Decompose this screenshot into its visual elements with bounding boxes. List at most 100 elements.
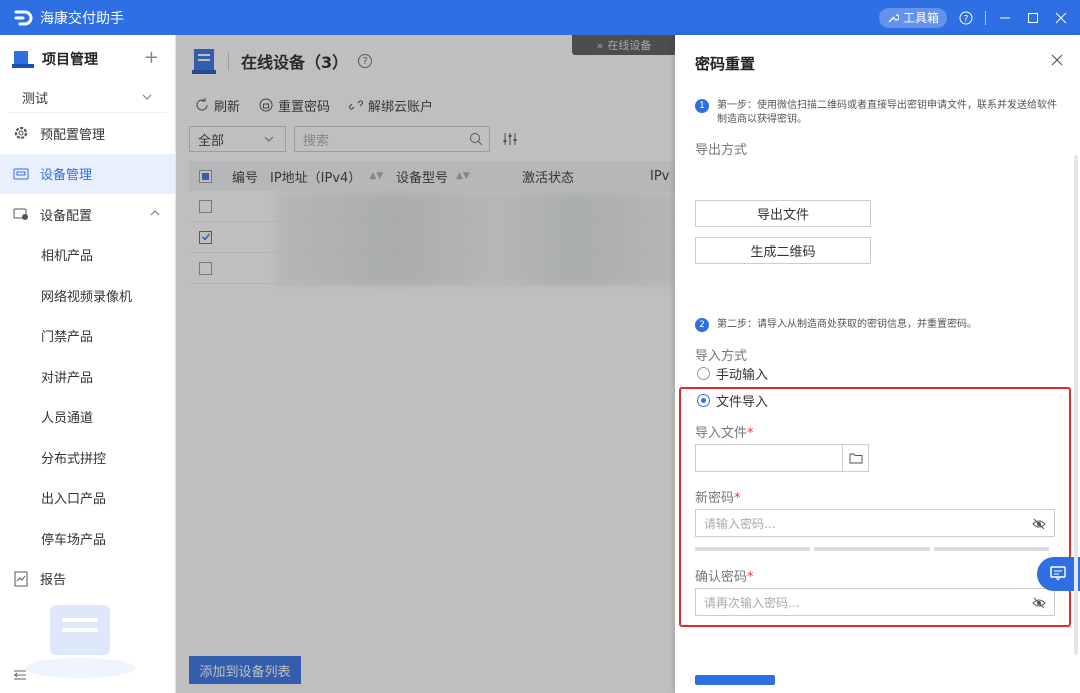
column-header-number: 编号 xyxy=(232,167,270,186)
sidebar-item-label: 分布式拼控 xyxy=(41,451,107,467)
toolbox-button[interactable]: 工具箱 xyxy=(878,7,947,28)
browse-folder-button[interactable] xyxy=(842,445,868,471)
project-select[interactable]: 测试 xyxy=(8,83,167,113)
wrench-icon xyxy=(888,13,899,22)
close-icon[interactable] xyxy=(1050,53,1064,67)
sidebar-item-nvr[interactable]: 网络视频录像机 xyxy=(0,275,175,316)
row-checkbox[interactable] xyxy=(199,261,212,275)
search-icon[interactable] xyxy=(469,132,483,146)
add-to-device-list-button[interactable]: 添加到设备列表 xyxy=(189,656,301,684)
export-file-button[interactable]: 导出文件 xyxy=(695,200,871,227)
sidebar-item-parking[interactable]: 停车场产品 xyxy=(0,518,175,559)
step-number-badge: 2 xyxy=(695,318,709,332)
password-strength-meter xyxy=(695,547,1049,551)
unbind-cloud-label: 解绑云账户 xyxy=(368,99,434,115)
step-two-text: 第二步：请导入从制造商处获取的密钥信息，并重置密码。 xyxy=(717,319,977,330)
device-icon xyxy=(12,165,30,183)
new-password-field[interactable]: 请输入密码... xyxy=(695,509,1055,537)
select-all-checkbox[interactable] xyxy=(199,169,212,183)
required-mark: * xyxy=(747,570,754,585)
maximize-icon[interactable] xyxy=(1024,9,1042,27)
row-checkbox[interactable] xyxy=(199,230,212,244)
eye-hidden-icon[interactable] xyxy=(1032,517,1046,531)
sidebar: 项目管理 + 测试 预配置管理 设备管理 设备配置 相机产品 网络视频录像机 门… xyxy=(0,35,176,693)
column-header-activation: 激活状态 xyxy=(522,167,650,186)
svg-text:?: ? xyxy=(964,14,969,24)
sidebar-item-label: 人员通道 xyxy=(41,411,94,427)
close-window-icon[interactable] xyxy=(1052,9,1070,27)
label-text: 确认密码 xyxy=(695,570,748,585)
sidebar-item-device-management[interactable]: 设备管理 xyxy=(0,153,175,194)
title-bar: 海康交付助手 工具箱 ? xyxy=(0,0,1080,35)
unlink-icon xyxy=(349,100,364,110)
drawer-scrollbar[interactable] xyxy=(1074,155,1078,655)
eye-hidden-icon[interactable] xyxy=(1032,596,1046,610)
sidebar-item-turnstile[interactable]: 人员通道 xyxy=(0,397,175,438)
help-icon[interactable]: ? xyxy=(358,54,373,68)
column-label: 设备型号 xyxy=(396,170,449,186)
step-one-text: 第一步：使用微信扫描二维码或者直接导出密钥申请文件，联系并发送给软件制造商以获得… xyxy=(717,100,1057,125)
sidebar-illustration xyxy=(25,605,135,678)
sidebar-item-label: 网络视频录像机 xyxy=(41,289,133,305)
sidebar-item-entrance-exit[interactable]: 出入口产品 xyxy=(0,478,175,519)
radio-button[interactable] xyxy=(697,367,710,380)
status-filter-value: 全部 xyxy=(198,133,225,149)
project-select-value: 测试 xyxy=(22,92,49,107)
strength-segment xyxy=(695,547,811,551)
column-header-ip[interactable]: IP地址（IPv4） ▲▼ xyxy=(270,167,396,186)
column-header-model[interactable]: 设备型号 ▲▼ xyxy=(396,167,522,186)
sidebar-item-label: 预配置管理 xyxy=(40,127,106,143)
step-two: 2 第二步：请导入从制造商处获取的密钥信息，并重置密码。 xyxy=(695,318,1057,332)
sidebar-item-label: 设备配置 xyxy=(40,208,93,224)
column-label: IPv xyxy=(650,168,670,184)
sidebar-item-preconfig[interactable]: 预配置管理 xyxy=(0,113,175,154)
sidebar-item-access-control[interactable]: 门禁产品 xyxy=(0,316,175,357)
app-title: 海康交付助手 xyxy=(40,10,124,27)
add-project-icon[interactable]: + xyxy=(144,49,159,67)
sidebar-item-report[interactable]: 报告 xyxy=(0,559,175,600)
sidebar-item-intercom[interactable]: 对讲产品 xyxy=(0,356,175,397)
row-checkbox[interactable] xyxy=(199,199,212,213)
collapse-menu-icon[interactable] xyxy=(12,667,28,683)
reset-password-button[interactable]: 重置密码 xyxy=(258,96,330,115)
minimize-icon[interactable] xyxy=(996,9,1014,27)
strength-segment xyxy=(814,547,930,551)
refresh-button[interactable]: 刷新 xyxy=(194,96,240,115)
label-text: 新密码 xyxy=(695,491,735,506)
sidebar-item-distributed-display[interactable]: 分布式拼控 xyxy=(0,437,175,478)
status-filter-select[interactable]: 全部 xyxy=(189,126,286,152)
sidebar-item-camera[interactable]: 相机产品 xyxy=(0,235,175,276)
radio-label: 手动输入 xyxy=(716,368,769,383)
generate-qrcode-button[interactable]: 生成二维码 xyxy=(695,237,871,264)
confirm-button-partial[interactable] xyxy=(695,675,775,685)
reset-password-label: 重置密码 xyxy=(278,99,331,115)
password-reset-drawer: 密码重置 1 第一步：使用微信扫描二维码或者直接导出密钥申请文件，联系并发送给软… xyxy=(675,35,1080,693)
help-icon[interactable]: ? xyxy=(957,9,975,27)
step-number-badge: 1 xyxy=(695,99,709,113)
app-logo-icon xyxy=(12,7,34,29)
file-path-input[interactable] xyxy=(696,445,842,471)
chevron-down-icon xyxy=(264,136,274,142)
sort-icon: ▲▼ xyxy=(369,171,384,181)
folder-icon xyxy=(849,453,862,464)
sidebar-item-device-config[interactable]: 设备配置 xyxy=(0,194,175,235)
import-file-field[interactable] xyxy=(695,444,869,472)
confirm-password-label: 确认密码* xyxy=(695,566,754,585)
device-list-icon xyxy=(192,49,216,74)
radio-file-import[interactable]: 文件导入 xyxy=(697,391,768,410)
search-input[interactable]: 搜索 xyxy=(294,126,490,152)
filter-settings-icon[interactable] xyxy=(502,131,518,147)
radio-manual-input[interactable]: 手动输入 xyxy=(697,364,768,383)
device-config-icon xyxy=(12,205,30,223)
chevron-down-icon xyxy=(142,94,152,100)
required-mark: * xyxy=(747,426,754,441)
radio-button[interactable] xyxy=(697,394,710,407)
export-method-label: 导出方式 xyxy=(695,143,748,158)
sidebar-item-label: 停车场产品 xyxy=(41,532,107,548)
table-header: 编号 IP地址（IPv4） ▲▼ 设备型号 ▲▼ 激活状态 IPv xyxy=(189,161,689,191)
confirm-password-field[interactable]: 请再次输入密码... xyxy=(695,588,1055,616)
strength-segment xyxy=(933,547,1049,551)
gear-icon xyxy=(12,124,30,142)
divider xyxy=(985,10,986,25)
unbind-cloud-button[interactable]: 解绑云账户 xyxy=(348,96,433,115)
